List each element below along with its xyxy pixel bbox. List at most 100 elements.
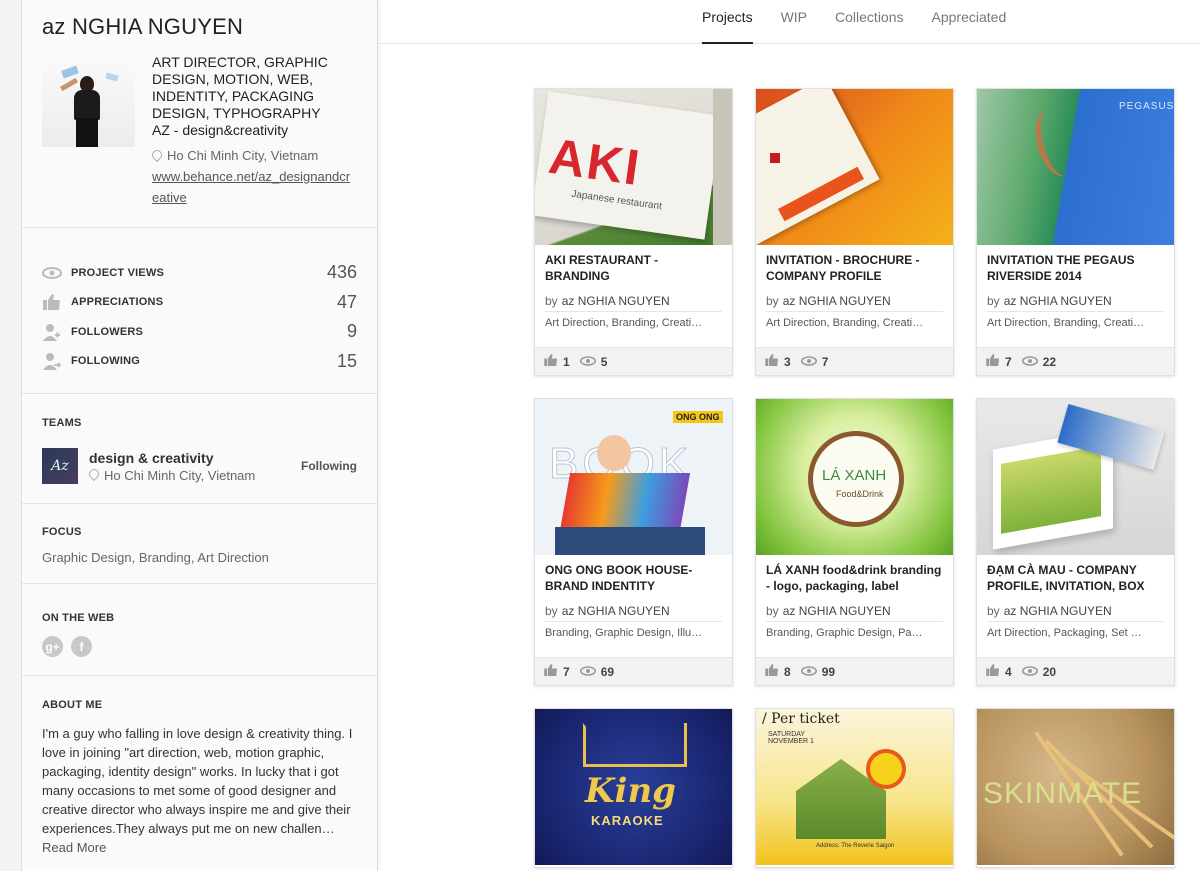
- stat-followers[interactable]: FOLLOWERS 9: [42, 317, 357, 347]
- project-thumbnail[interactable]: BOOK ONG ONG: [535, 399, 732, 555]
- project-stats: 3 7: [756, 347, 953, 375]
- book-shape: [559, 473, 691, 531]
- profile-website-link[interactable]: www.behance.net/az_designandcreative: [152, 166, 357, 208]
- project-card[interactable]: AKI Japanese restaurant AKI RESTAURANT -…: [534, 88, 733, 376]
- project-card[interactable]: LÁ XANH Food&Drink LÁ XANH food&drink br…: [755, 398, 954, 686]
- stat-following[interactable]: FOLLOWING 15: [42, 347, 357, 377]
- thumbs-up-icon: [544, 664, 558, 679]
- profile-location-text: Ho Chi Minh City, Vietnam: [167, 148, 319, 163]
- thumb-subtext: KARAOKE: [591, 813, 664, 828]
- project-title[interactable]: AKI RESTAURANT - BRANDING: [535, 245, 732, 291]
- view-count: 7: [821, 354, 829, 369]
- thumb-text: SKINMATE: [983, 777, 1143, 810]
- project-fields[interactable]: Art Direction, Branding, Creati…: [756, 312, 953, 340]
- read-more-link[interactable]: Read More: [42, 840, 106, 855]
- owner-link[interactable]: az NGHIA NGUYEN: [783, 604, 891, 618]
- google-plus-icon[interactable]: g+: [42, 636, 63, 657]
- project-thumbnail[interactable]: AKI Japanese restaurant: [535, 89, 732, 245]
- owner-link[interactable]: az NGHIA NGUYEN: [1004, 294, 1112, 308]
- project-fields[interactable]: Branding, Graphic Design, Illu…: [535, 622, 732, 650]
- profile-info: ART DIRECTOR, GRAPHIC DESIGN, MOTION, WE…: [152, 54, 357, 208]
- location-pin-icon: [152, 150, 161, 162]
- project-thumbnail[interactable]: [756, 89, 953, 245]
- team-logo[interactable]: Az: [42, 448, 78, 484]
- project-card[interactable]: King KARAOKE: [534, 708, 733, 868]
- thumbs-up-icon: [765, 664, 779, 679]
- project-stats: 4 20: [977, 657, 1174, 685]
- eye-icon: [1021, 354, 1038, 369]
- thumb-text: / Per ticket: [762, 711, 840, 727]
- team-following-button[interactable]: Following: [301, 459, 357, 473]
- avatar[interactable]: [42, 54, 135, 147]
- project-thumbnail[interactable]: PEGASUS: [977, 89, 1175, 245]
- project-thumbnail[interactable]: SKINMATE: [977, 709, 1174, 865]
- eye-icon: [800, 664, 817, 679]
- appreciation-count: 4: [1005, 664, 1012, 679]
- team-item[interactable]: Az design & creativity Ho Chi Minh City,…: [42, 448, 357, 484]
- thumbs-up-icon: [544, 354, 558, 369]
- team-location-text: Ho Chi Minh City, Vietnam: [104, 467, 256, 483]
- main-content: Projects WIP Collections Appreciated AKI…: [379, 0, 1200, 871]
- project-title[interactable]: LÁ XANH food&drink branding - logo, pack…: [756, 555, 953, 601]
- project-title[interactable]: ĐẠM CÀ MAU - COMPANY PROFILE, INVITATION…: [977, 555, 1174, 601]
- owner-link[interactable]: az NGHIA NGUYEN: [562, 604, 670, 618]
- by-label: by: [987, 604, 1000, 618]
- team-location: Ho Chi Minh City, Vietnam: [89, 468, 301, 483]
- by-label: by: [766, 604, 779, 618]
- project-card[interactable]: SKINMATE: [976, 708, 1175, 868]
- appreciation-count: 7: [1005, 354, 1012, 369]
- project-thumbnail[interactable]: / Per ticket SATURDAY NOVEMBER 1 Address…: [756, 709, 953, 865]
- profile-company: AZ - design&creativity: [152, 122, 289, 138]
- owner-link[interactable]: az NGHIA NGUYEN: [783, 294, 891, 308]
- thumb-text: PEGASUS: [1119, 101, 1175, 112]
- tab-projects[interactable]: Projects: [702, 0, 753, 44]
- stat-value: 47: [336, 291, 357, 312]
- teams-section: TEAMS Az design & creativity Ho Chi Minh…: [22, 394, 377, 504]
- followers-icon: [42, 322, 62, 342]
- team-name[interactable]: design & creativity: [89, 450, 301, 466]
- social-icons: g+ f: [42, 636, 357, 657]
- tab-collections[interactable]: Collections: [835, 0, 903, 44]
- project-owner: by az NGHIA NGUYEN: [756, 291, 953, 311]
- view-count: 99: [821, 664, 836, 679]
- eye-icon: [1021, 664, 1038, 679]
- project-fields[interactable]: Art Direction, Packaging, Set …: [977, 622, 1174, 650]
- project-owner: by az NGHIA NGUYEN: [535, 291, 732, 311]
- project-owner: by az NGHIA NGUYEN: [756, 601, 953, 621]
- tab-appreciated[interactable]: Appreciated: [932, 0, 1007, 44]
- focus-text: Graphic Design, Branding, Art Direction: [42, 550, 269, 565]
- project-title[interactable]: INVITATION - BROCHURE - COMPANY PROFILE: [756, 245, 953, 291]
- location-pin-icon: [89, 469, 98, 481]
- project-card[interactable]: PEGASUS INVITATION THE PEGAUS RIVERSIDE …: [976, 88, 1175, 376]
- project-card[interactable]: INVITATION - BROCHURE - COMPANY PROFILE …: [755, 88, 954, 376]
- invitation-card-shape: [756, 89, 880, 245]
- project-stats: 7 22: [977, 347, 1174, 375]
- project-thumbnail[interactable]: King KARAOKE: [535, 709, 732, 865]
- tab-wip[interactable]: WIP: [781, 0, 807, 44]
- owner-link[interactable]: az NGHIA NGUYEN: [562, 294, 670, 308]
- project-thumbnail[interactable]: [977, 399, 1174, 555]
- child-face-shape: [597, 435, 631, 471]
- about-body: I'm a guy who falling in love design & c…: [42, 726, 353, 836]
- left-gutter: [0, 0, 22, 871]
- thumb-subtext: Food&Drink: [836, 489, 884, 499]
- project-card[interactable]: ĐẠM CÀ MAU - COMPANY PROFILE, INVITATION…: [976, 398, 1175, 686]
- avatar-body: [74, 90, 100, 120]
- project-fields[interactable]: Branding, Graphic Design, Pa…: [756, 622, 953, 650]
- project-card[interactable]: / Per ticket SATURDAY NOVEMBER 1 Address…: [755, 708, 954, 868]
- profile-title: ART DIRECTOR, GRAPHIC DESIGN, MOTION, WE…: [152, 54, 328, 121]
- project-card[interactable]: BOOK ONG ONG ONG ONG BOOK HOUSE- BRAND I…: [534, 398, 733, 686]
- thumb-text: King: [585, 771, 676, 811]
- project-thumbnail[interactable]: LÁ XANH Food&Drink: [756, 399, 953, 555]
- project-owner: by az NGHIA NGUYEN: [535, 601, 732, 621]
- owner-link[interactable]: az NGHIA NGUYEN: [1004, 604, 1112, 618]
- facebook-icon[interactable]: f: [71, 636, 92, 657]
- on-the-web-section: ON THE WEB g+ f: [22, 584, 377, 676]
- project-fields[interactable]: Art Direction, Branding, Creati…: [535, 312, 732, 340]
- about-text: I'm a guy who falling in love design & c…: [42, 724, 357, 857]
- view-count: 5: [600, 354, 608, 369]
- project-fields[interactable]: Art Direction, Branding, Creati…: [977, 312, 1174, 340]
- view-count: 22: [1042, 354, 1057, 369]
- project-title[interactable]: INVITATION THE PEGAUS RIVERSIDE 2014: [977, 245, 1174, 291]
- project-title[interactable]: ONG ONG BOOK HOUSE- BRAND INDENTITY: [535, 555, 732, 601]
